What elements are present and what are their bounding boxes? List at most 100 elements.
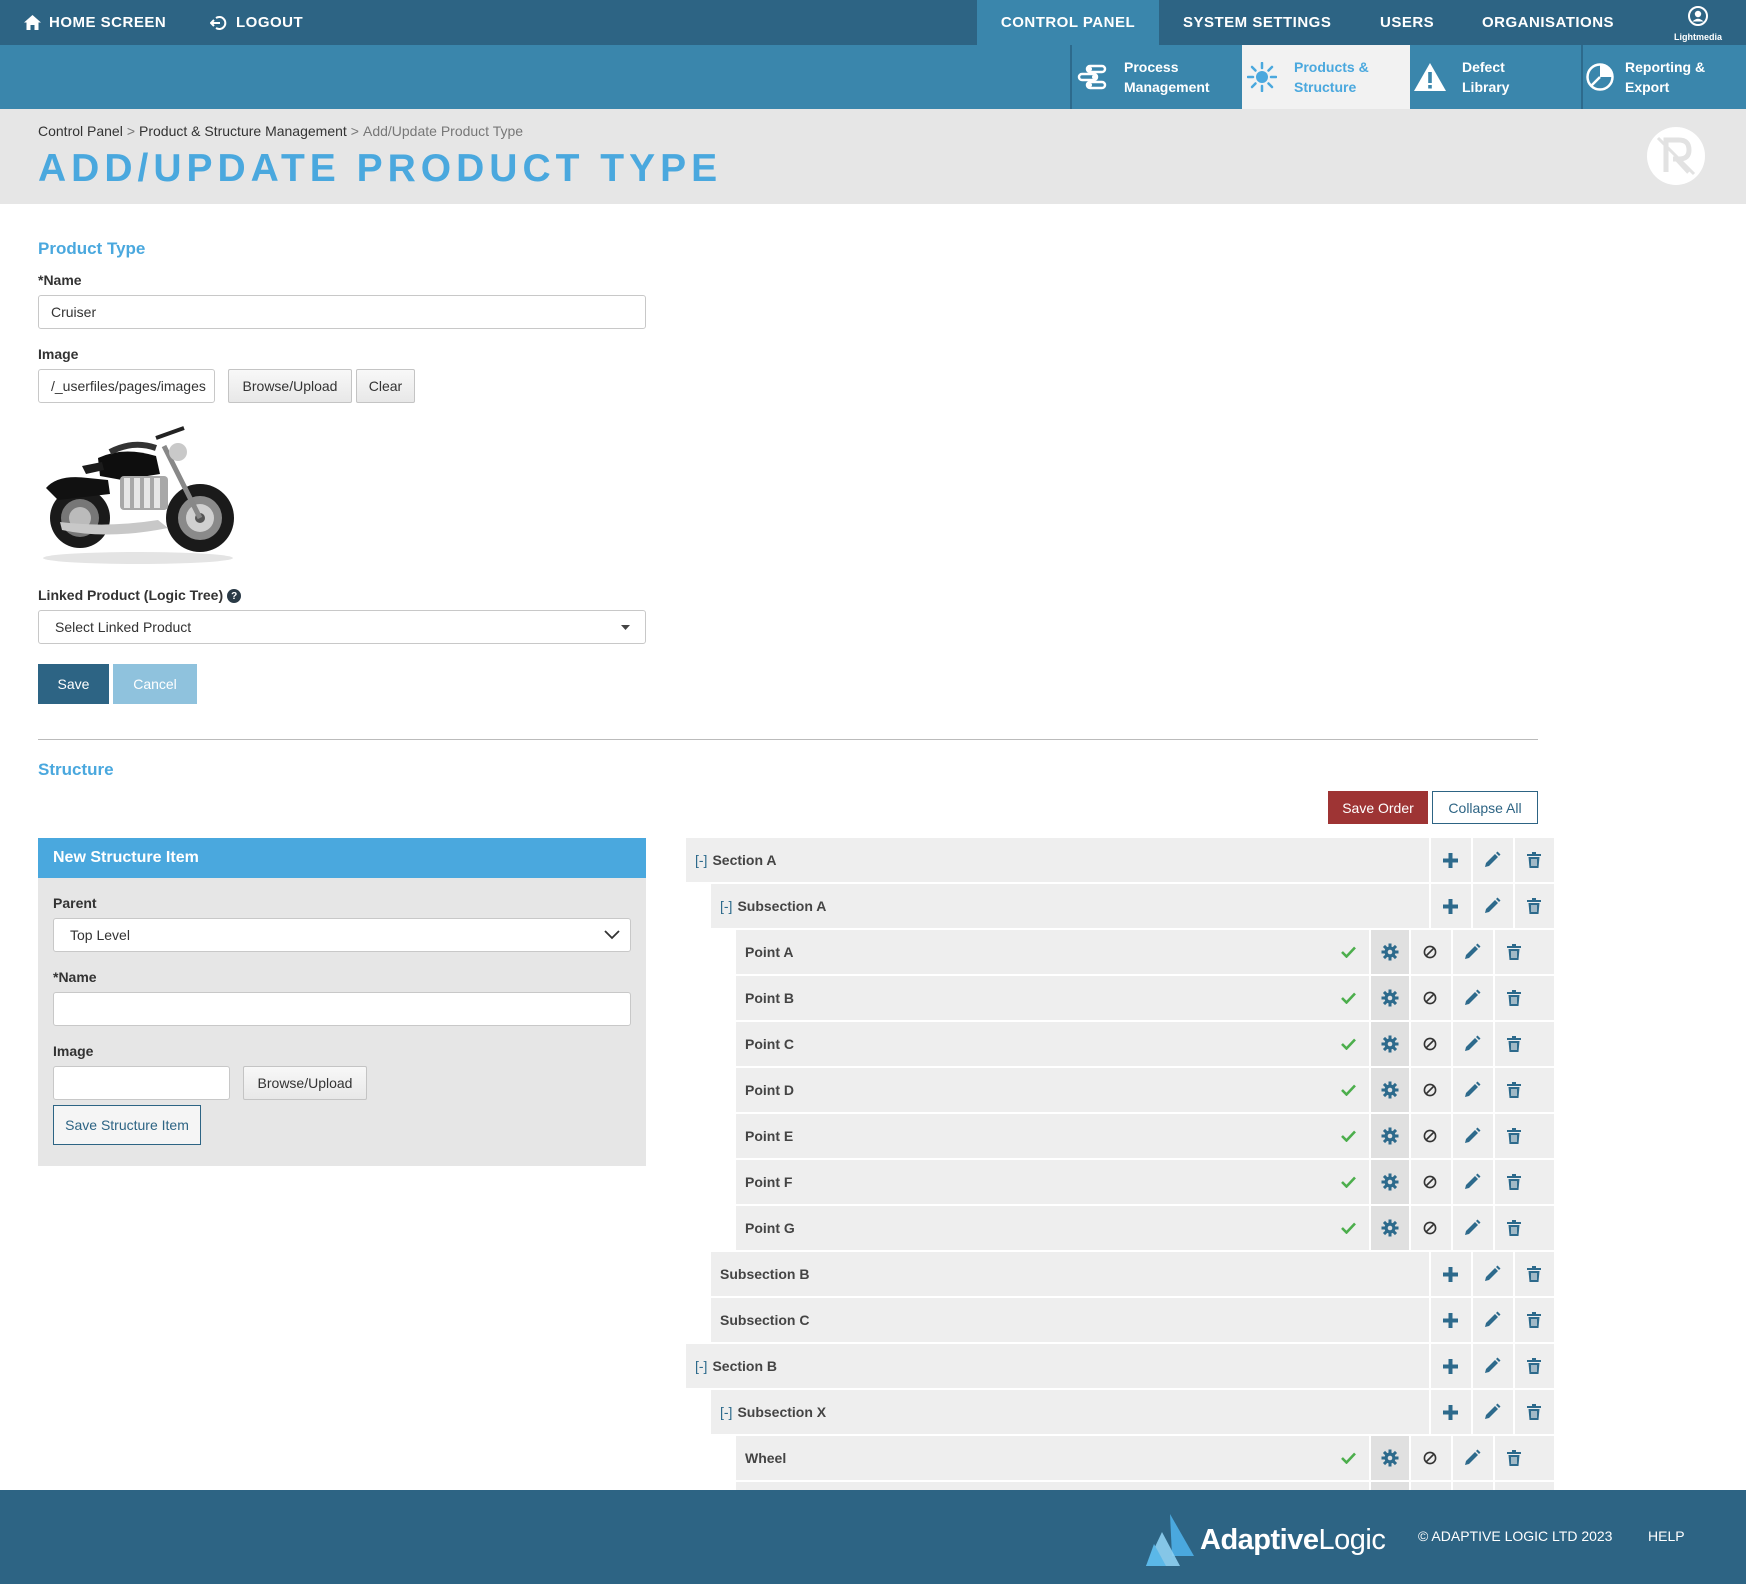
disable-button[interactable] (1409, 1022, 1449, 1066)
tree-section-row[interactable]: [-] Subsection X (711, 1390, 1554, 1434)
settings-button[interactable] (1369, 976, 1409, 1020)
add-child-button[interactable] (1429, 838, 1469, 882)
settings-button[interactable] (1369, 1160, 1409, 1204)
system-settings-link[interactable]: SYSTEM SETTINGS (1183, 0, 1331, 45)
settings-button[interactable] (1369, 930, 1409, 974)
item-browse-upload-button[interactable]: Browse/Upload (243, 1066, 367, 1100)
delete-button[interactable] (1513, 884, 1553, 928)
disable-button[interactable] (1409, 1114, 1449, 1158)
cancel-button[interactable]: Cancel (113, 664, 197, 704)
home-screen-link[interactable]: HOME SCREEN (24, 0, 166, 45)
edit-button[interactable] (1451, 1482, 1491, 1490)
settings-button[interactable] (1369, 1022, 1409, 1066)
delete-button[interactable] (1513, 1298, 1553, 1342)
tree-point-row[interactable]: Point F (736, 1160, 1554, 1204)
settings-button[interactable] (1369, 1436, 1409, 1480)
name-input[interactable]: Cruiser (38, 295, 646, 329)
tree-point-row[interactable]: Wheel (736, 1436, 1554, 1480)
delete-button[interactable] (1493, 1436, 1533, 1480)
settings-button[interactable] (1369, 1114, 1409, 1158)
user-menu[interactable]: Lightmedia (1664, 6, 1732, 42)
delete-button[interactable] (1493, 1022, 1533, 1066)
disable-button[interactable] (1409, 976, 1449, 1020)
disable-button[interactable] (1409, 1482, 1449, 1490)
tree-point-row[interactable]: Point C (736, 1022, 1554, 1066)
linked-product-select[interactable]: Select Linked Product (38, 610, 646, 644)
browse-upload-button[interactable]: Browse/Upload (228, 369, 352, 403)
help-link[interactable]: HELP (1648, 1528, 1685, 1544)
help-icon[interactable]: ? (227, 589, 242, 604)
disable-button[interactable] (1409, 1160, 1449, 1204)
tree-point-row[interactable]: Point B (736, 976, 1554, 1020)
tree-section-row[interactable]: [-] Subsection A (711, 884, 1554, 928)
item-name-input[interactable] (53, 992, 631, 1026)
item-image-input[interactable] (53, 1066, 230, 1100)
expand-toggle[interactable]: [-] (720, 898, 732, 914)
tree-section-row[interactable]: [-] Section A (686, 838, 1554, 882)
edit-button[interactable] (1451, 1206, 1491, 1250)
tree-point-row[interactable] (736, 1482, 1554, 1490)
add-child-button[interactable] (1429, 1344, 1469, 1388)
control-panel-link[interactable]: CONTROL PANEL (977, 0, 1159, 45)
delete-button[interactable] (1493, 1482, 1533, 1490)
tab-products-structure[interactable]: Products & Structure (1242, 45, 1410, 109)
disable-button[interactable] (1409, 1436, 1449, 1480)
delete-button[interactable] (1493, 930, 1533, 974)
settings-button[interactable] (1369, 1482, 1409, 1490)
edit-button[interactable] (1451, 930, 1491, 974)
settings-button[interactable] (1369, 1206, 1409, 1250)
save-order-button[interactable]: Save Order (1328, 791, 1428, 824)
delete-button[interactable] (1513, 1344, 1553, 1388)
users-link[interactable]: USERS (1380, 0, 1434, 45)
settings-button[interactable] (1369, 1068, 1409, 1112)
edit-button[interactable] (1471, 1390, 1511, 1434)
tree-point-row[interactable]: Point D (736, 1068, 1554, 1112)
tab-reporting-export[interactable]: Reporting & Export (1581, 45, 1746, 109)
add-child-button[interactable] (1429, 1298, 1469, 1342)
tree-section-row[interactable]: Subsection C (711, 1298, 1554, 1342)
edit-button[interactable] (1471, 1298, 1511, 1342)
edit-button[interactable] (1471, 838, 1511, 882)
tab-process-management[interactable]: Process Management (1070, 45, 1242, 109)
add-child-button[interactable] (1429, 1252, 1469, 1296)
disable-button[interactable] (1409, 930, 1449, 974)
delete-button[interactable] (1513, 838, 1553, 882)
tree-point-row[interactable]: Point E (736, 1114, 1554, 1158)
edit-button[interactable] (1451, 1022, 1491, 1066)
disable-button[interactable] (1409, 1206, 1449, 1250)
organisations-link[interactable]: ORGANISATIONS (1482, 0, 1614, 45)
delete-button[interactable] (1493, 1160, 1533, 1204)
image-path-input[interactable]: /_userfiles/pages/images (38, 369, 215, 403)
edit-button[interactable] (1451, 976, 1491, 1020)
tree-section-row[interactable]: [-] Section B (686, 1344, 1554, 1388)
edit-button[interactable] (1451, 1114, 1491, 1158)
add-child-button[interactable] (1429, 884, 1469, 928)
tree-point-row[interactable]: Point G (736, 1206, 1554, 1250)
tree-section-row[interactable]: Subsection B (711, 1252, 1554, 1296)
edit-button[interactable] (1471, 1344, 1511, 1388)
edit-button[interactable] (1471, 884, 1511, 928)
tree-point-row[interactable]: Point A (736, 930, 1554, 974)
disable-button[interactable] (1409, 1068, 1449, 1112)
collapse-all-button[interactable]: Collapse All (1432, 791, 1538, 824)
expand-toggle[interactable]: [-] (695, 852, 707, 868)
delete-button[interactable] (1493, 976, 1533, 1020)
delete-button[interactable] (1493, 1068, 1533, 1112)
edit-button[interactable] (1451, 1160, 1491, 1204)
save-button[interactable]: Save (38, 664, 109, 704)
clear-button[interactable]: Clear (356, 369, 415, 403)
delete-button[interactable] (1513, 1252, 1553, 1296)
breadcrumb-product-structure[interactable]: Product & Structure Management (139, 123, 347, 139)
edit-button[interactable] (1451, 1436, 1491, 1480)
edit-button[interactable] (1471, 1252, 1511, 1296)
expand-toggle[interactable]: [-] (695, 1358, 707, 1374)
expand-toggle[interactable]: [-] (720, 1404, 732, 1420)
delete-button[interactable] (1493, 1206, 1533, 1250)
delete-button[interactable] (1493, 1114, 1533, 1158)
delete-button[interactable] (1513, 1390, 1553, 1434)
parent-select[interactable]: Top Level (53, 918, 631, 952)
save-structure-item-button[interactable]: Save Structure Item (53, 1105, 201, 1145)
breadcrumb-control-panel[interactable]: Control Panel (38, 123, 123, 139)
add-child-button[interactable] (1429, 1390, 1469, 1434)
edit-button[interactable] (1451, 1068, 1491, 1112)
